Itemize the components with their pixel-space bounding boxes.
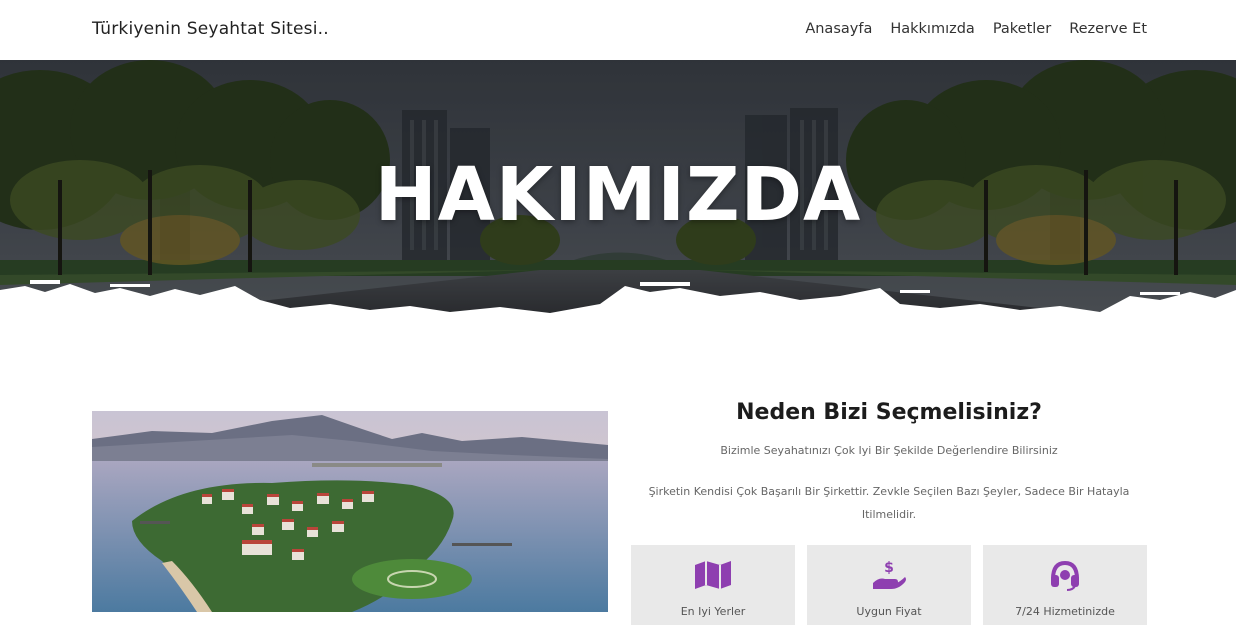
hero-title: HAKIMIZDA: [374, 152, 862, 238]
about-heading: Neden Bizi Seçmelisiniz?: [736, 400, 1042, 425]
feature-cards: En Iyi Yerler $ Uygun Fiyat 7/24 Hizmeti…: [631, 545, 1147, 625]
about-subtitle: Bizimle Seyahatınızı Çok Iyi Bir Şekilde…: [720, 444, 1058, 457]
brand-logo-text[interactable]: Türkiyenin Seyahtat Sitesi..: [92, 19, 329, 39]
feature-card-support: 7/24 Hizmetinizde: [983, 545, 1147, 625]
about-description: Şirketin Kendisi Çok Başarılı Bir Şirket…: [648, 485, 1130, 521]
navbar: Türkiyenin Seyahtat Sitesi.. Anasayfa Ha…: [0, 0, 1236, 60]
nav-link-hakkimizda[interactable]: Hakkımızda: [890, 21, 974, 37]
nav-links: Anasayfa Hakkımızda Paketler Rezerve Et: [805, 21, 1147, 37]
hero-banner: HAKIMIZDA: [0, 60, 1236, 330]
lake-town-image: [92, 411, 608, 612]
headset-icon: [1051, 560, 1079, 591]
nav-link-rezerve-et[interactable]: Rezerve Et: [1069, 21, 1147, 37]
nav-link-paketler[interactable]: Paketler: [993, 21, 1051, 37]
feature-card-best-places: En Iyi Yerler: [631, 545, 795, 625]
svg-text:$: $: [884, 560, 894, 576]
hand-money-icon: $: [873, 560, 906, 589]
about-photo: [92, 411, 608, 612]
feature-card-affordable-price: $ Uygun Fiyat: [807, 545, 971, 625]
nav-link-anasayfa[interactable]: Anasayfa: [805, 21, 872, 37]
map-icon: [695, 561, 731, 589]
